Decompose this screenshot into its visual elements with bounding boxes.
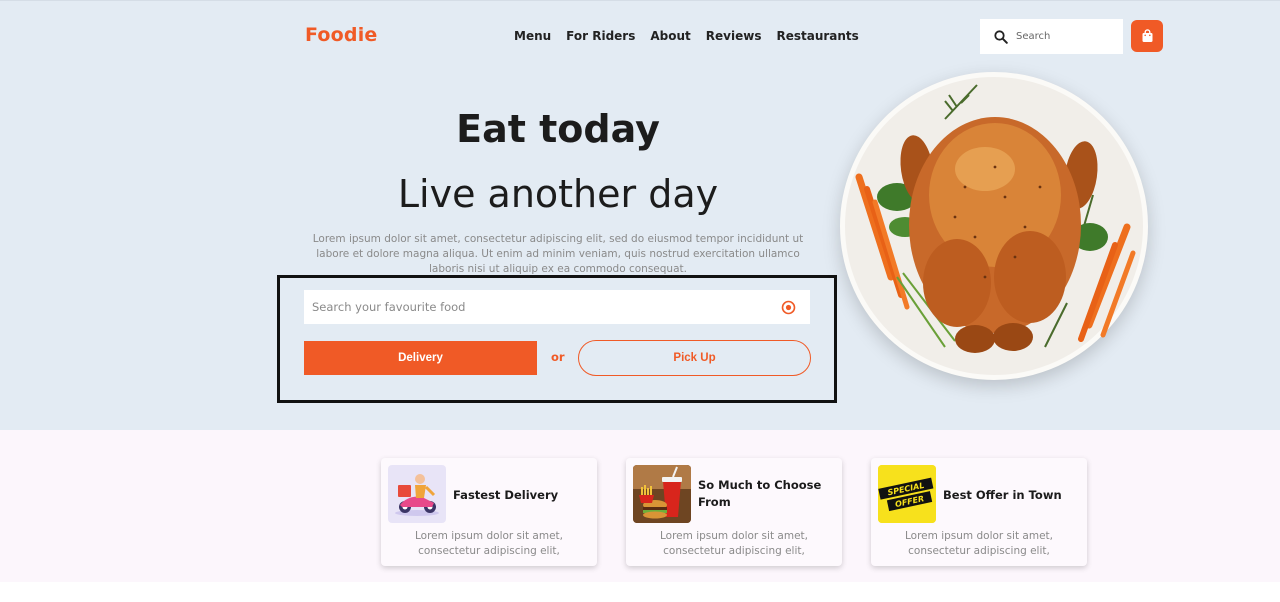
feature-card-choose-from[interactable]: So Much to Choose From Lorem ipsum dolor…: [626, 458, 842, 566]
nav-item-menu[interactable]: Menu: [514, 29, 551, 43]
hero-subline: Live another day: [397, 172, 719, 216]
brand-logo[interactable]: Foodie: [305, 24, 378, 46]
feature-title: Fastest Delivery: [453, 488, 559, 502]
feature-title: Best Offer in Town: [943, 488, 1062, 502]
feature-description: Lorem ipsum dolor sit amet, consectetur …: [660, 530, 808, 557]
nav-item-reviews[interactable]: Reviews: [706, 29, 762, 43]
cart-button[interactable]: [1131, 20, 1163, 52]
header-search-input[interactable]: Search: [980, 19, 1123, 54]
delivery-scooter-icon: [388, 465, 446, 523]
food-search-placeholder: Search your favourite food: [312, 300, 466, 314]
feature-description: Lorem ipsum dolor sit amet, consectetur …: [415, 530, 563, 557]
roast-chicken-image: [840, 72, 1148, 380]
shopping-bag-icon: [1142, 29, 1152, 42]
burger-meal-illustration: [633, 465, 691, 523]
main-nav: Menu For Riders About Reviews Restaurant…: [514, 29, 859, 43]
roast-chicken-illustration: [855, 84, 1136, 353]
hero-headline: Eat today: [456, 107, 660, 151]
or-separator: or: [551, 350, 565, 364]
special-offer-icon: SPECIAL OFFER: [878, 465, 936, 523]
delivery-scooter-illustration: [395, 474, 439, 516]
feature-card-best-offer[interactable]: SPECIAL OFFER Best Offer in Town Lorem i…: [871, 458, 1087, 566]
location-target-icon[interactable]: [781, 300, 796, 315]
nav-item-restaurants[interactable]: Restaurants: [776, 29, 858, 43]
feature-description: Lorem ipsum dolor sit amet, consectetur …: [905, 530, 1053, 557]
special-offer-illustration: SPECIAL OFFER: [878, 465, 936, 523]
feature-title: So Much to Choose From: [698, 478, 822, 509]
delivery-button[interactable]: Delivery: [304, 341, 537, 375]
search-icon: [994, 29, 1008, 44]
nav-item-for-riders[interactable]: For Riders: [566, 29, 635, 43]
feature-card-fastest-delivery[interactable]: Fastest Delivery Lorem ipsum dolor sit a…: [381, 458, 597, 566]
hero-description: Lorem ipsum dolor sit amet, consectetur …: [312, 233, 804, 275]
nav-item-about[interactable]: About: [650, 29, 690, 43]
pickup-button[interactable]: Pick Up: [578, 340, 811, 376]
food-search-input[interactable]: Search your favourite food: [304, 290, 810, 324]
header-search-placeholder: Search: [1016, 31, 1051, 42]
burger-meal-icon: [633, 465, 691, 523]
